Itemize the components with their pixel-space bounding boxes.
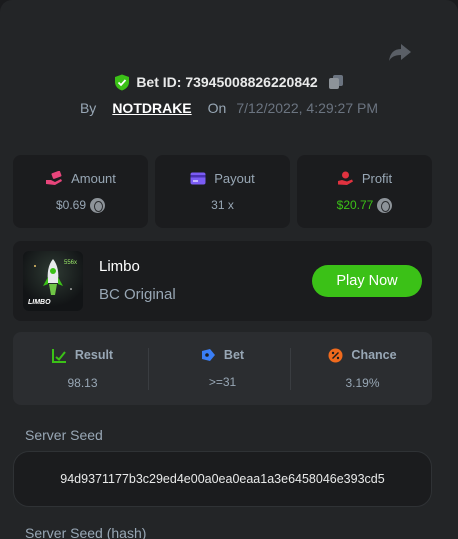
amount-value: $0.69 — [55, 198, 87, 212]
result-header: Result — [51, 348, 114, 363]
server-seed-hash-label: Server Seed (hash) — [25, 525, 147, 539]
chance-column: Chance 3.19% — [293, 332, 432, 405]
percent-icon — [328, 348, 343, 362]
bet-detail-panel: Bet ID: 73945008826220842 By NOTDRAKE On… — [0, 0, 458, 539]
payout-value: 31 x — [211, 198, 234, 212]
card-icon — [190, 172, 206, 185]
game-subtitle: BC Original — [99, 286, 176, 303]
payout-header: Payout — [190, 171, 255, 186]
profit-label: Profit — [361, 170, 393, 186]
game-card: 556x LIMBO Limbo BC Original Play Now — [13, 241, 432, 321]
bet-id-row: Bet ID: 73945008826220842 — [0, 72, 458, 92]
copy-icon[interactable] — [328, 74, 344, 90]
result-card: Result 98.13 Bet >=31 Chance 3.19% — [13, 332, 432, 405]
profit-header: Profit — [337, 171, 392, 186]
profit-value: $20.77 — [336, 198, 374, 212]
chance-value: 3.19% — [345, 375, 380, 390]
divider — [148, 348, 149, 390]
result-value: 98.13 — [67, 375, 98, 390]
result-label: Result — [74, 348, 114, 362]
on-label: On — [207, 100, 227, 116]
bet-column: Bet >=31 — [153, 332, 292, 405]
result-column: Result 98.13 — [13, 332, 152, 405]
game-name: Limbo — [99, 258, 140, 275]
bet-byline: By NOTDRAKE On 7/12/2022, 4:29:27 PM — [0, 98, 458, 118]
bet-date: 7/12/2022, 4:29:27 PM — [236, 100, 379, 116]
payout-value-row: 31 x — [211, 198, 234, 212]
bet-id-label: Bet ID: 73945008826220842 — [136, 74, 318, 90]
by-label: By — [79, 100, 97, 116]
profit-hand-icon — [337, 171, 353, 185]
chart-check-icon — [51, 348, 66, 363]
bet-value: >=31 — [208, 375, 237, 389]
server-seed-value: 94d9371177b3c29ed4e00a0ea0eaa1a3e6458046… — [60, 472, 385, 486]
money-hand-icon — [46, 170, 63, 185]
shield-check-icon — [115, 74, 130, 90]
share-arrow-icon[interactable] — [387, 40, 413, 64]
server-seed-field[interactable]: 94d9371177b3c29ed4e00a0ea0eaa1a3e6458046… — [13, 451, 432, 507]
play-now-button[interactable]: Play Now — [312, 265, 422, 297]
thumb-brand: LIMBO — [28, 299, 51, 306]
chance-label: Chance — [351, 348, 397, 362]
ticket-icon — [201, 349, 215, 361]
profit-value-row: $20.77 — [336, 197, 393, 213]
amount-value-row: $0.69 — [55, 197, 106, 213]
amount-card: Amount $0.69 — [13, 155, 148, 228]
profit-card: Profit $20.77 — [297, 155, 432, 228]
amount-header: Amount — [45, 170, 116, 186]
coin-icon — [90, 197, 106, 213]
thumb-badge: 556x — [63, 260, 77, 266]
username-link[interactable]: NOTDRAKE — [112, 100, 191, 116]
payout-label: Payout — [214, 171, 255, 186]
chance-header: Chance — [328, 348, 397, 363]
server-seed-label: Server Seed — [25, 427, 103, 443]
bet-label: Bet — [223, 348, 245, 362]
amount-label: Amount — [71, 170, 116, 186]
divider — [290, 348, 291, 390]
payout-card: Payout 31 x — [155, 155, 290, 228]
coin-icon — [377, 197, 393, 213]
game-thumbnail[interactable]: 556x LIMBO — [23, 251, 83, 311]
bet-header: Bet — [201, 348, 244, 362]
